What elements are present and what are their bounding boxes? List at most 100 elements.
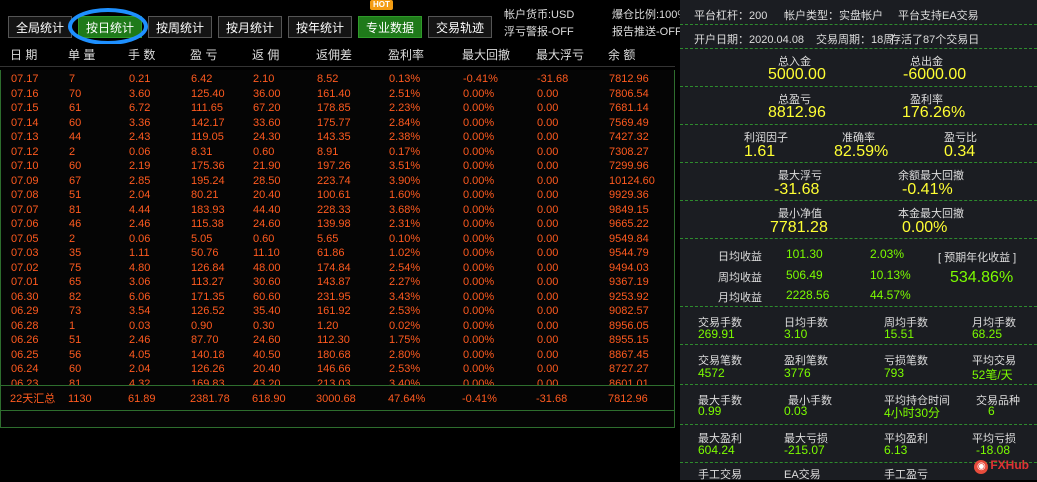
cell-rebate-diff: 100.61 bbox=[317, 189, 351, 201]
summary-rebate-diff: 3000.68 bbox=[316, 393, 356, 405]
header-orders[interactable]: 单 量 bbox=[68, 44, 95, 66]
monthly-income-label: 月均收益 bbox=[718, 292, 762, 304]
cell-lots: 2.43 bbox=[129, 131, 151, 143]
cell-rebate-diff: 197.26 bbox=[317, 160, 351, 172]
cell-rebate: 11.10 bbox=[253, 247, 280, 259]
annual-income-value: 534.86% bbox=[950, 269, 1014, 286]
cell-orders: 51 bbox=[69, 334, 82, 346]
cell-pl: 195.24 bbox=[191, 174, 225, 187]
floating-alert-toggle[interactable]: 浮亏警报-OFF bbox=[504, 26, 574, 38]
cell-orders: 60 bbox=[69, 160, 82, 172]
tab-trade-track[interactable]: 交易轨迹 bbox=[428, 16, 493, 38]
header-balance[interactable]: 余 额 bbox=[608, 44, 635, 66]
cell-date: 07.15 bbox=[11, 102, 39, 114]
cell-profit-rate: 2.53% bbox=[389, 305, 421, 317]
cell-max-drawdown: 0.00% bbox=[463, 145, 495, 158]
cell-balance: 7806.54 bbox=[609, 87, 649, 100]
header-max-drawdown[interactable]: 最大回撤 bbox=[462, 44, 510, 66]
cell-balance: 7569.49 bbox=[609, 116, 649, 129]
cell-lots: 2.85 bbox=[129, 174, 151, 187]
hot-badge: HOT bbox=[370, 0, 393, 10]
toolbar: 全局统计 按日统计 按周统计 按月统计 按年统计 专业数据 交易轨迹 HOT 帐… bbox=[0, 0, 687, 45]
table-row: 07.01 65 3.06 113.27 30.60 143.87 2.27% 0.00% 0.… bbox=[1, 275, 674, 290]
tab-daily-stats[interactable]: 按日统计 bbox=[78, 16, 143, 38]
cell-max-float-loss: 0.00 bbox=[537, 247, 559, 259]
cell-max-drawdown: 0.00% bbox=[463, 174, 495, 187]
header-pl[interactable]: 盈 亏 bbox=[190, 44, 217, 66]
cell-max-float-loss: 0.00 bbox=[537, 203, 559, 216]
cell-balance: 7812.96 bbox=[609, 73, 649, 85]
cell-orders: 2 bbox=[69, 232, 76, 245]
table-row: 07.17 7 0.21 6.42 2.10 8.52 0.13% -0.41% -31.68 7… bbox=[1, 72, 674, 87]
summary-profit-rate: 47.64% bbox=[388, 393, 426, 405]
header-lots[interactable]: 手 数 bbox=[128, 44, 155, 66]
daily-income-value: 101.30 bbox=[786, 247, 823, 261]
cell-profit-rate: 0.17% bbox=[389, 145, 421, 158]
cell-date: 06.28 bbox=[11, 319, 39, 332]
cell-max-drawdown: 0.00% bbox=[463, 203, 495, 216]
cell-lots: 3.06 bbox=[129, 276, 151, 288]
cell-max-float-loss: 0.00 bbox=[537, 232, 559, 245]
cell-rebate-diff: 8.91 bbox=[317, 145, 339, 158]
cell-rebate-diff: 61.86 bbox=[317, 247, 345, 259]
table-row: 07.15 61 6.72 111.65 67.20 178.85 2.23% 0.00% 0.… bbox=[1, 101, 674, 116]
header-rebate[interactable]: 返 佣 bbox=[252, 44, 279, 66]
cell-profit-rate: 2.80% bbox=[389, 348, 421, 361]
cell-profit-rate: 3.90% bbox=[389, 174, 421, 187]
header-rebate-diff[interactable]: 返佣差 bbox=[316, 44, 352, 66]
cell-rebate-diff: 161.92 bbox=[317, 305, 351, 317]
open-info-row: 开户日期：2020.04.08 交易周期：18周 存活了87个交易日 bbox=[680, 25, 1037, 49]
cell-max-float-loss: 0.00 bbox=[537, 116, 559, 129]
income-row: 日均收益 101.30 2.03% 周均收益 506.49 10.13% 月均收… bbox=[680, 239, 1037, 307]
cell-max-drawdown: 0.00% bbox=[463, 189, 495, 201]
symbols-value: 6 bbox=[988, 404, 995, 418]
cell-orders: 75 bbox=[69, 261, 82, 274]
monthly-income-value: 2228.56 bbox=[786, 288, 830, 302]
cell-rebate: 35.40 bbox=[253, 305, 281, 317]
cell-profit-rate: 2.23% bbox=[389, 102, 421, 114]
cell-orders: 51 bbox=[69, 189, 82, 201]
alive-days: 存活了87个交易日 bbox=[890, 34, 980, 46]
tab-weekly-stats[interactable]: 按周统计 bbox=[148, 16, 213, 38]
tab-yearly-stats[interactable]: 按年统计 bbox=[288, 16, 353, 38]
summary-lots: 61.89 bbox=[128, 393, 156, 405]
cell-date: 07.07 bbox=[11, 203, 39, 216]
cell-date: 07.14 bbox=[11, 116, 39, 129]
cell-lots: 1.11 bbox=[129, 247, 150, 259]
summary-date: 22天汇总 bbox=[10, 393, 56, 405]
table-row: 07.13 44 2.43 119.05 24.30 143.35 2.38% 0.00% 0.… bbox=[1, 130, 674, 145]
cell-orders: 7 bbox=[69, 73, 76, 85]
cell-profit-rate: 3.68% bbox=[389, 203, 421, 216]
report-push-toggle[interactable]: 报告推送-OFF bbox=[612, 24, 682, 41]
cell-rebate: 36.00 bbox=[253, 87, 281, 100]
cell-rebate-diff: 174.84 bbox=[317, 261, 351, 274]
header-max-float-loss[interactable]: 最大浮亏 bbox=[536, 44, 584, 66]
cell-date: 06.25 bbox=[11, 348, 39, 361]
tab-monthly-stats[interactable]: 按月统计 bbox=[218, 16, 283, 38]
table-row: 07.12 2 0.06 8.31 0.60 8.91 0.17% 0.00% 0.00 7308… bbox=[1, 145, 674, 160]
cell-date: 07.03 bbox=[11, 247, 39, 259]
table-row: 07.03 35 1.11 50.76 11.10 61.86 1.02% 0.00% 0.00… bbox=[1, 246, 674, 261]
tab-global-stats[interactable]: 全局统计 bbox=[8, 16, 73, 38]
cell-date: 07.06 bbox=[11, 218, 39, 230]
table-row: 07.02 75 4.80 126.84 48.00 174.84 2.54% 0.00% 0.… bbox=[1, 261, 674, 276]
table-row: 06.30 82 6.06 171.35 60.60 231.95 3.43% 0.00% 0.… bbox=[1, 290, 674, 305]
header-profit-rate[interactable]: 盈利率 bbox=[388, 44, 424, 66]
cell-rebate: 40.50 bbox=[253, 348, 281, 361]
cell-pl: 140.18 bbox=[191, 348, 225, 361]
cell-profit-rate: 0.02% bbox=[389, 319, 421, 332]
cell-orders: 46 bbox=[69, 218, 82, 230]
cell-profit-rate: 2.27% bbox=[389, 276, 421, 288]
tab-pro-data[interactable]: 专业数据 bbox=[358, 16, 423, 38]
cell-max-drawdown: 0.00% bbox=[463, 131, 495, 143]
statistics-area: 全局统计 按日统计 按周统计 按月统计 按年统计 专业数据 交易轨迹 HOT 帐… bbox=[0, 0, 687, 480]
cell-balance: 8867.45 bbox=[609, 348, 649, 361]
cell-profit-rate: 1.02% bbox=[389, 247, 421, 259]
fxhub-logo: ◉ FXHub bbox=[974, 458, 1029, 474]
cell-max-float-loss: 0.00 bbox=[537, 160, 559, 172]
cell-rebate: 24.60 bbox=[253, 334, 281, 346]
cell-max-float-loss: 0.00 bbox=[537, 348, 559, 361]
cell-lots: 0.06 bbox=[129, 232, 151, 245]
header-date[interactable]: 日 期 bbox=[10, 44, 37, 66]
cell-balance: 9549.84 bbox=[609, 232, 649, 245]
